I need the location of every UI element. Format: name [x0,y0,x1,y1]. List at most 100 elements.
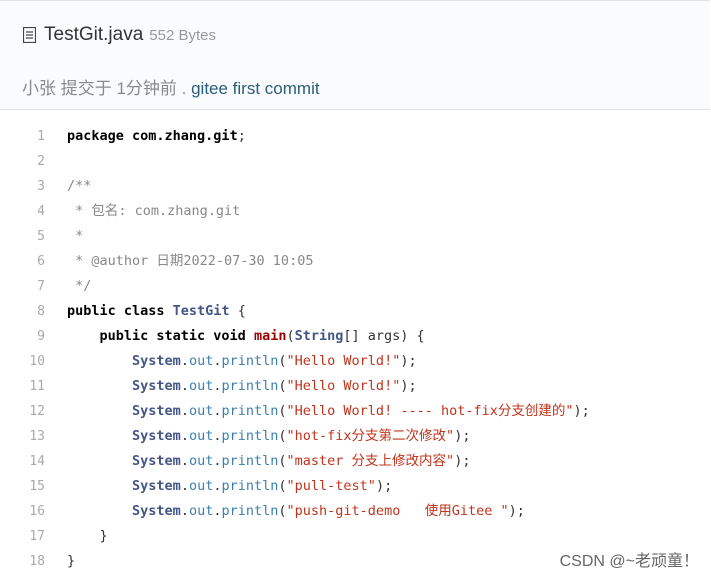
code-text: public class TestGit { [67,299,246,324]
commit-author-time: 小张 提交于 1分钟前 . [22,79,187,98]
code-token: System [132,428,181,444]
code-token: /** [67,178,92,194]
code-line: 3 /** [0,174,711,199]
code-token: out [188,403,214,419]
code-token: out [188,503,214,519]
line-number[interactable]: 12 [0,399,45,424]
code-line: 6 * @author 日期2022-07-30 10:05 [0,249,711,274]
code-line: 15 System.out.println("pull-test"); [0,474,711,499]
code-token: ); [400,353,417,369]
code-text: } [67,524,108,549]
line-number[interactable]: 15 [0,474,45,499]
code-token: out [188,378,214,394]
commit-message-link[interactable]: gitee first commit [191,79,319,98]
line-number[interactable]: 4 [0,199,45,224]
code-text: System.out.println("Hello World! ---- ho… [67,399,590,424]
file-name[interactable]: TestGit.java [44,24,143,46]
code-token: ( [278,403,287,419]
code-token: . [180,503,189,519]
code-token: com.zhang.git [132,128,238,144]
code-text: System.out.println("push-git-demo 使用Gite… [67,499,525,524]
code-token: println [221,428,279,444]
code-token: println [221,403,279,419]
code-line: 10 System.out.println("Hello World!"); [0,349,711,374]
code-token: . [180,403,189,419]
code-token: System [132,478,181,494]
code-token: "Hello World!" [286,353,401,369]
code-token: { [229,303,246,319]
code-line: 7 */ [0,274,711,299]
code-token: * [67,228,84,244]
code-token: ( [278,503,287,519]
code-token: . [180,478,189,494]
code-line: 2 [0,149,711,174]
line-number[interactable]: 13 [0,424,45,449]
code-token: * 包名: com.zhang.git [67,203,241,219]
code-line: 16 System.out.println("push-git-demo 使用G… [0,499,711,524]
line-number[interactable]: 17 [0,524,45,549]
code-token: . [180,428,189,444]
line-number[interactable]: 16 [0,499,45,524]
line-number[interactable]: 11 [0,374,45,399]
code-text: package com.zhang.git; [67,124,254,149]
code-token: ( [278,453,287,469]
code-token: ( [278,478,287,494]
line-number[interactable]: 18 [0,549,45,574]
line-number[interactable]: 8 [0,299,45,324]
code-text: System.out.println("hot-fix分支第二次修改"); [67,424,470,449]
code-token: println [221,453,279,469]
code-token: . [180,353,189,369]
code-token: ); [508,503,525,519]
line-number[interactable]: 5 [0,224,45,249]
code-line: 12 System.out.println("Hello World! ----… [0,399,711,424]
code-text: /** [67,174,91,199]
file-header: TestGit.java 552 Bytes 小张 提交于 1分钟前 . git… [0,0,710,110]
line-number[interactable]: 10 [0,349,45,374]
code-line: 8 public class TestGit { [0,299,711,324]
line-number[interactable]: 6 [0,249,45,274]
code-token: "hot-fix分支第二次修改" [286,428,455,444]
line-number[interactable]: 7 [0,274,45,299]
line-number[interactable]: 14 [0,449,45,474]
code-token: package [67,128,133,144]
code-text: public static void main(String[] args) { [67,324,425,349]
code-token: public class [67,303,173,319]
code-token: . [180,453,189,469]
code-token: out [188,353,214,369]
file-size: 552 Bytes [149,26,216,44]
code-token: "pull-test" [286,478,376,494]
code-token: System [132,503,181,519]
code-line: 9 public static void main(String[] args)… [0,324,711,349]
code-line: 17 } [0,524,711,549]
code-token: [] args) { [343,328,425,344]
code-token: } [67,553,76,569]
code-text: } [67,549,75,574]
code-token: System [132,453,181,469]
code-text: * [67,224,83,249]
code-token: public static void [99,328,254,344]
code-token: ); [454,428,471,444]
code-line: 14 System.out.println("master 分支上修改内容"); [0,449,711,474]
watermark: CSDN @~老顽童！ [559,553,699,570]
code-token: "push-git-demo 使用Gitee " [286,503,509,519]
code-token: out [188,478,214,494]
code-line: 1 package com.zhang.git; [0,124,711,149]
line-number[interactable]: 2 [0,149,45,174]
code-line: 11 System.out.println("Hello World!"); [0,374,711,399]
code-token: main [253,328,287,344]
line-number[interactable]: 1 [0,124,45,149]
line-number[interactable]: 9 [0,324,45,349]
line-number[interactable]: 3 [0,174,45,199]
code-token: ( [278,378,287,394]
code-token: ; [237,128,254,144]
code-token: ( [286,328,295,344]
code-token: * @author 日期2022-07-30 10:05 [67,253,314,269]
code-token: "Hello World! ---- hot-fix分支创建的" [286,403,574,419]
code-token: println [221,378,279,394]
